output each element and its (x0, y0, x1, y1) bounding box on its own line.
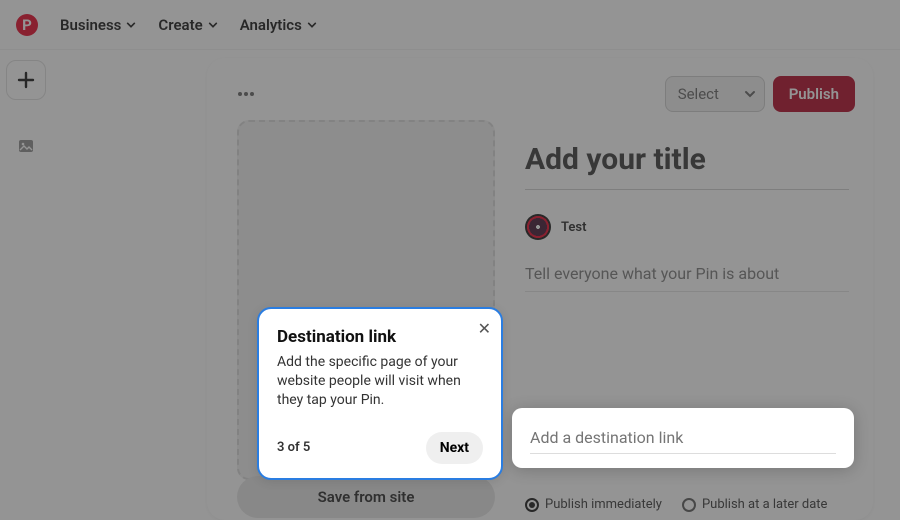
destination-link-input[interactable] (530, 422, 836, 454)
popover-step: 3 of 5 (277, 440, 310, 455)
popover-body: Add the specific page of your website pe… (277, 353, 483, 410)
close-icon[interactable]: ✕ (478, 319, 491, 338)
popover-title: Destination link (277, 327, 483, 347)
coach-popover: ✕ Destination link Add the specific page… (257, 307, 503, 480)
popover-footer: 3 of 5 Next (277, 432, 483, 464)
next-button[interactable]: Next (426, 432, 483, 464)
destination-link-highlight (512, 408, 854, 468)
